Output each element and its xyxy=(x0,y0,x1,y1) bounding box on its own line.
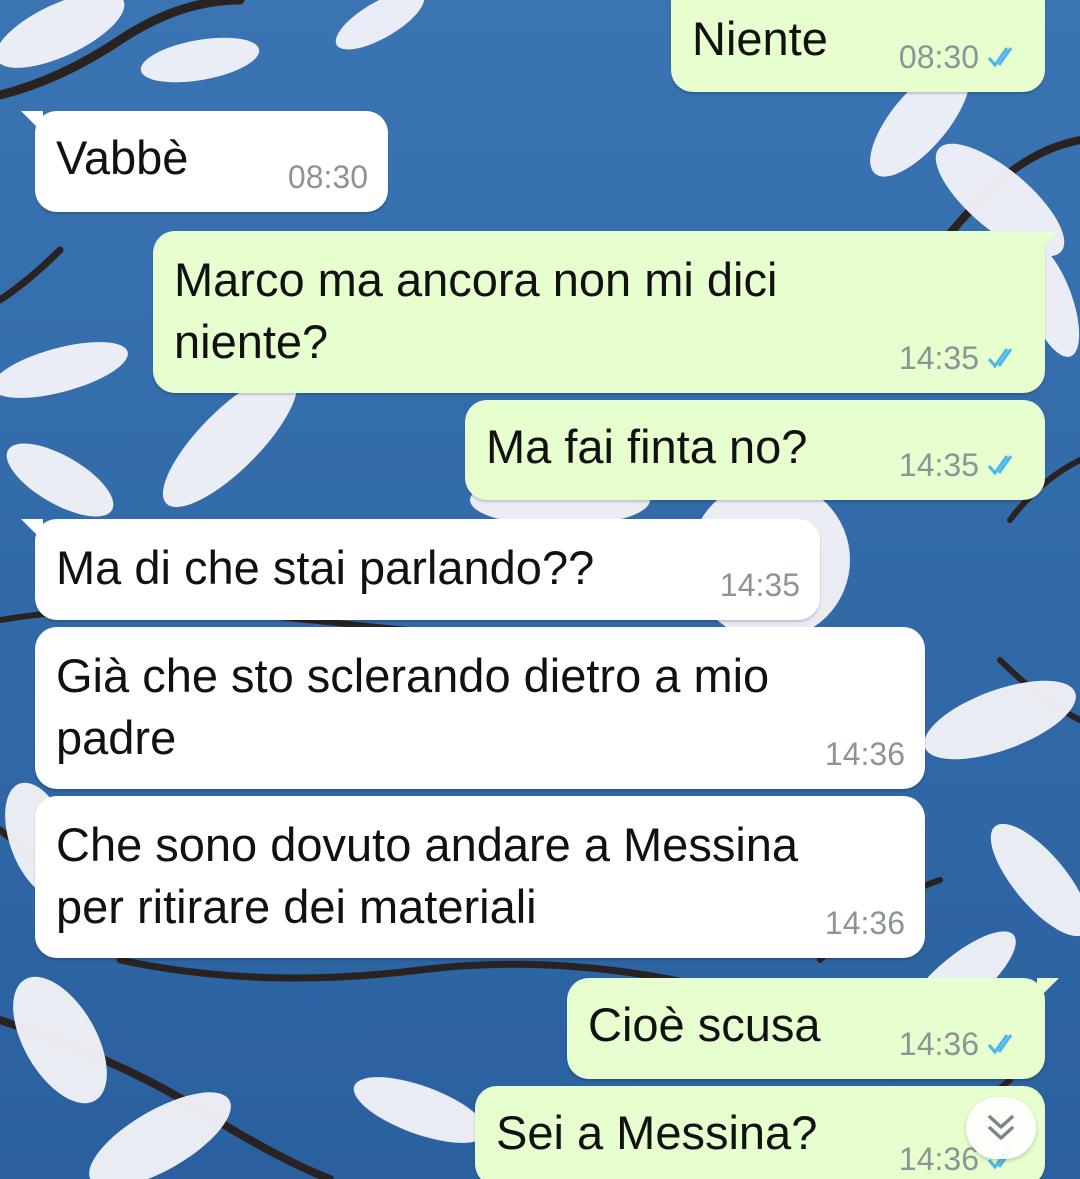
message-bubble-incoming[interactable]: Già che sto sclerando dietro a mio padre… xyxy=(35,627,925,789)
message-time: 14:36 xyxy=(898,1026,979,1062)
message-text: Marco ma ancora non mi dici niente? xyxy=(174,253,778,368)
message-time: 14:36 xyxy=(898,1141,979,1177)
message-text: Cioè scusa xyxy=(588,998,821,1051)
message-text: Vabbè xyxy=(56,131,189,184)
message-bubble-incoming[interactable]: Ma di che stai parlando?? 14:35 xyxy=(21,519,820,620)
bubble-tail xyxy=(21,111,43,133)
message-time: 14:36 xyxy=(824,905,905,941)
message-list[interactable]: Niente 08:30 Vabbè 08:30 Marco ma ancora… xyxy=(0,0,1080,1179)
message-time: 14:35 xyxy=(898,340,979,376)
message-bubble-outgoing[interactable]: Sei a Messina? 14:36 xyxy=(475,1086,1045,1179)
double-check-read-icon xyxy=(987,1034,1013,1055)
message-meta: 14:35 xyxy=(899,448,1023,482)
message-text: Niente xyxy=(692,12,828,65)
bubble-tail xyxy=(21,519,43,541)
message-bubble-incoming[interactable]: Vabbè 08:30 xyxy=(21,111,388,212)
double-chevron-down-icon xyxy=(988,1115,1014,1140)
message-time: 08:30 xyxy=(287,159,368,195)
message-meta: 08:30 xyxy=(899,40,1023,74)
message-meta: 14:35 xyxy=(720,568,800,602)
double-check-read-icon xyxy=(987,47,1013,68)
message-time: 14:36 xyxy=(824,736,905,772)
message-time: 08:30 xyxy=(898,39,979,75)
message-text: Che sono dovuto andare a Messina per rit… xyxy=(56,818,799,933)
message-meta: 14:36 xyxy=(825,906,905,940)
message-meta: 14:36 xyxy=(825,737,905,771)
bubble-tail xyxy=(1037,231,1059,253)
double-check-read-icon xyxy=(987,348,1013,369)
message-text: Sei a Messina? xyxy=(496,1106,818,1159)
message-bubble-outgoing[interactable]: Niente 08:30 xyxy=(671,0,1045,92)
message-bubble-outgoing[interactable]: Ma fai finta no? 14:35 xyxy=(465,400,1045,500)
bubble-tail xyxy=(1037,978,1059,1000)
message-time: 14:35 xyxy=(719,567,800,603)
message-text: Ma fai finta no? xyxy=(486,420,808,473)
double-check-read-icon xyxy=(987,455,1013,476)
message-bubble-outgoing[interactable]: Cioè scusa 14:36 xyxy=(567,978,1059,1079)
message-text: Già che sto sclerando dietro a mio padre xyxy=(56,649,770,764)
message-meta: 14:36 xyxy=(899,1027,1023,1061)
message-meta: 14:35 xyxy=(899,341,1023,375)
scroll-to-bottom-button[interactable] xyxy=(966,1097,1036,1159)
message-bubble-incoming[interactable]: Che sono dovuto andare a Messina per rit… xyxy=(35,796,925,958)
message-bubble-outgoing[interactable]: Marco ma ancora non mi dici niente? 14:3… xyxy=(153,231,1059,393)
message-text: Ma di che stai parlando?? xyxy=(56,541,595,594)
message-meta: 08:30 xyxy=(288,160,368,194)
message-time: 14:35 xyxy=(898,447,979,483)
